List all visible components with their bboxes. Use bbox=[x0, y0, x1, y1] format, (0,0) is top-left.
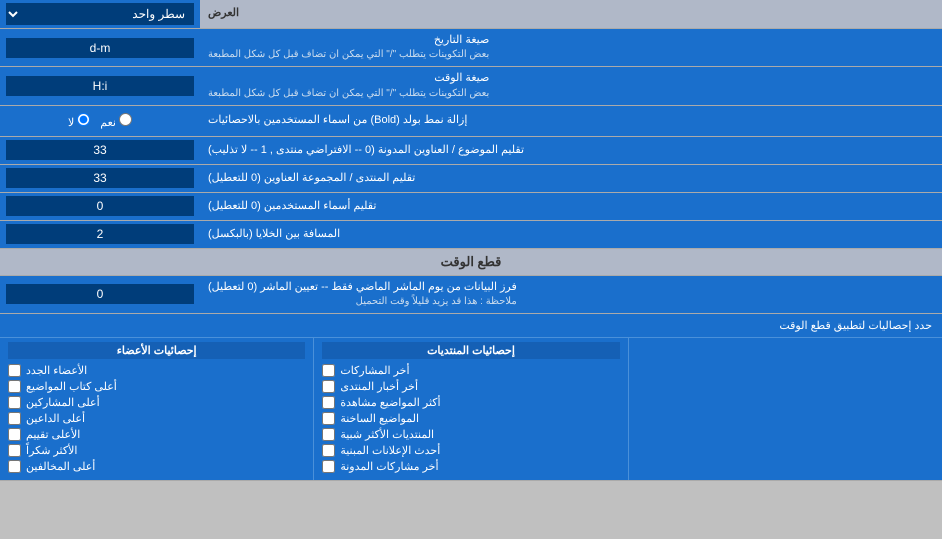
checkbox-item: أخر أخبار المنتدى bbox=[322, 380, 619, 393]
time-format-sublabel: بعض التكوينات يتطلب "/" التي يمكن ان تضا… bbox=[208, 87, 489, 101]
date-format-label: صيغة التاريخ بعض التكوينات يتطلب "/" الت… bbox=[200, 29, 942, 66]
cutoff-section-header: قطع الوقت bbox=[0, 249, 942, 276]
cutoff-days-row: فرز البيانات من يوم الماشر الماضي فقط --… bbox=[0, 276, 942, 314]
cell-spacing-row: المسافة بين الخلايا (بالبكسل) bbox=[0, 221, 942, 249]
date-format-sublabel: بعض التكوينات يتطلب "/" التي يمكن ان تضا… bbox=[208, 48, 489, 62]
time-format-row: صيغة الوقت بعض التكوينات يتطلب "/" التي … bbox=[0, 67, 942, 105]
date-format-input-container[interactable] bbox=[0, 29, 200, 66]
statistics-columns: إحصائيات المنتديات أخر المشاركات أخر أخب… bbox=[0, 338, 942, 480]
bold-remove-row: إزالة نمط بولد (Bold) من اسماء المستخدمي… bbox=[0, 106, 942, 137]
cutoff-days-label: فرز البيانات من يوم الماشر الماضي فقط --… bbox=[200, 276, 942, 313]
topic-title-input-container[interactable] bbox=[0, 137, 200, 164]
date-format-input[interactable] bbox=[6, 38, 194, 58]
checkbox-item: أحدث الإعلانات المبنية bbox=[322, 444, 619, 457]
topic-title-label: تقليم الموضوع / العناوين المدونة (0 -- ا… bbox=[200, 137, 942, 164]
checkbox-a3la-taqeem[interactable] bbox=[8, 428, 21, 441]
stats-col-members: إحصائيات الأعضاء الأعضاء الجدد أعلى كتاب… bbox=[0, 338, 313, 480]
radio-no[interactable] bbox=[77, 113, 90, 126]
bold-remove-radio-container[interactable]: نعم لا bbox=[0, 106, 200, 136]
checkbox-item: أخر المشاركات bbox=[322, 364, 619, 377]
members-col-header: إحصائيات الأعضاء bbox=[8, 342, 305, 359]
checkbox-item: الأعلى تقييم bbox=[8, 428, 305, 441]
checkbox-item: الأعضاء الجدد bbox=[8, 364, 305, 377]
bold-remove-main-label: إزالة نمط بولد (Bold) من اسماء المستخدمي… bbox=[208, 113, 467, 128]
checkbox-mawadee3-sakhina[interactable] bbox=[322, 412, 335, 425]
cell-spacing-main-label: المسافة بين الخلايا (بالبكسل) bbox=[208, 227, 340, 242]
date-format-row: صيغة التاريخ بعض التكوينات يتطلب "/" الت… bbox=[0, 29, 942, 67]
cutoff-days-input-container[interactable] bbox=[0, 276, 200, 313]
forum-title-main-label: تقليم المنتدى / المجموعة العناوين (0 للت… bbox=[208, 171, 415, 186]
checkbox-a3la-kottab[interactable] bbox=[8, 380, 21, 393]
username-trim-label: تقليم أسماء المستخدمين (0 للتعطيل) bbox=[200, 193, 942, 220]
checkbox-item: أعلى الداعين bbox=[8, 412, 305, 425]
header-row: العرض سطر واحد سطران ثلاثة أسطر bbox=[0, 0, 942, 29]
cell-spacing-input-container[interactable] bbox=[0, 221, 200, 248]
checkbox-a3daa-jodod[interactable] bbox=[8, 364, 21, 377]
page-title: العرض bbox=[200, 0, 942, 28]
rows-select[interactable]: سطر واحد سطران ثلاثة أسطر bbox=[6, 3, 194, 25]
username-trim-main-label: تقليم أسماء المستخدمين (0 للتعطيل) bbox=[208, 199, 376, 214]
forums-col-header: إحصائيات المنتديات bbox=[322, 342, 619, 359]
username-trim-input-container[interactable] bbox=[0, 193, 200, 220]
checkbox-i3laanaat[interactable] bbox=[322, 444, 335, 457]
checkbox-item: أكثر المواضيع مشاهدة bbox=[322, 396, 619, 409]
time-format-input[interactable] bbox=[6, 76, 194, 96]
forum-title-input-container[interactable] bbox=[0, 165, 200, 192]
checkbox-a3la-musharkeen[interactable] bbox=[8, 396, 21, 409]
checkbox-a3la-daa3een[interactable] bbox=[8, 412, 21, 425]
topic-title-row: تقليم الموضوع / العناوين المدونة (0 -- ا… bbox=[0, 137, 942, 165]
radio-no-label: لا bbox=[68, 113, 90, 129]
cutoff-days-input[interactable] bbox=[6, 284, 194, 304]
statistics-header-text: حدد إحصاليات لتطبيق قطع الوقت bbox=[779, 320, 932, 332]
forum-title-input[interactable] bbox=[6, 168, 194, 188]
time-format-input-container[interactable] bbox=[0, 67, 200, 104]
checkbox-akhir-musharkaat[interactable] bbox=[322, 364, 335, 377]
bold-remove-label: إزالة نمط بولد (Bold) من اسماء المستخدمي… bbox=[200, 106, 942, 136]
checkbox-mudawwana[interactable] bbox=[322, 460, 335, 473]
checkbox-item: الأكثر شكراً bbox=[8, 444, 305, 457]
checkbox-akthar-mawadee3[interactable] bbox=[322, 396, 335, 409]
checkbox-muntadayaat-akthar[interactable] bbox=[322, 428, 335, 441]
time-format-main-label: صيغة الوقت bbox=[208, 71, 489, 86]
dropdown-container[interactable]: سطر واحد سطران ثلاثة أسطر bbox=[0, 0, 200, 28]
date-format-main-label: صيغة التاريخ bbox=[208, 33, 489, 48]
topic-title-input[interactable] bbox=[6, 140, 194, 160]
cutoff-title: قطع الوقت bbox=[441, 254, 502, 269]
username-trim-row: تقليم أسماء المستخدمين (0 للتعطيل) bbox=[0, 193, 942, 221]
cell-spacing-label: المسافة بين الخلايا (بالبكسل) bbox=[200, 221, 942, 248]
topic-title-main-label: تقليم الموضوع / العناوين المدونة (0 -- ا… bbox=[208, 143, 524, 158]
cutoff-days-main-label: فرز البيانات من يوم الماشر الماضي فقط --… bbox=[208, 280, 517, 295]
cutoff-days-note: ملاحظة : هذا قد يزيد قليلاً وقت التحميل bbox=[208, 295, 517, 309]
stats-col-empty bbox=[628, 338, 942, 480]
checkbox-item: أخر مشاركات المدونة bbox=[322, 460, 619, 473]
checkbox-a3la-mukhaalifeen[interactable] bbox=[8, 460, 21, 473]
statistics-header: حدد إحصاليات لتطبيق قطع الوقت bbox=[0, 314, 942, 338]
checkbox-akhbar-muntada[interactable] bbox=[322, 380, 335, 393]
time-format-label: صيغة الوقت بعض التكوينات يتطلب "/" التي … bbox=[200, 67, 942, 104]
checkbox-item: أعلى كتاب المواضيع bbox=[8, 380, 305, 393]
username-trim-input[interactable] bbox=[6, 196, 194, 216]
radio-yes-label: نعم bbox=[100, 113, 132, 129]
forum-title-label: تقليم المنتدى / المجموعة العناوين (0 للت… bbox=[200, 165, 942, 192]
title-text: العرض bbox=[208, 6, 239, 21]
stats-col-forums: إحصائيات المنتديات أخر المشاركات أخر أخب… bbox=[313, 338, 627, 480]
checkbox-item: أعلى المخالفين bbox=[8, 460, 305, 473]
checkbox-item: أعلى المشاركين bbox=[8, 396, 305, 409]
radio-yes[interactable] bbox=[119, 113, 132, 126]
checkbox-item: المنتديات الأكثر شبية bbox=[322, 428, 619, 441]
forum-title-row: تقليم المنتدى / المجموعة العناوين (0 للت… bbox=[0, 165, 942, 193]
cell-spacing-input[interactable] bbox=[6, 224, 194, 244]
statistics-section: حدد إحصاليات لتطبيق قطع الوقت إحصائيات ا… bbox=[0, 314, 942, 481]
checkbox-item: المواضيع الساخنة bbox=[322, 412, 619, 425]
checkbox-akthar-shukran[interactable] bbox=[8, 444, 21, 457]
